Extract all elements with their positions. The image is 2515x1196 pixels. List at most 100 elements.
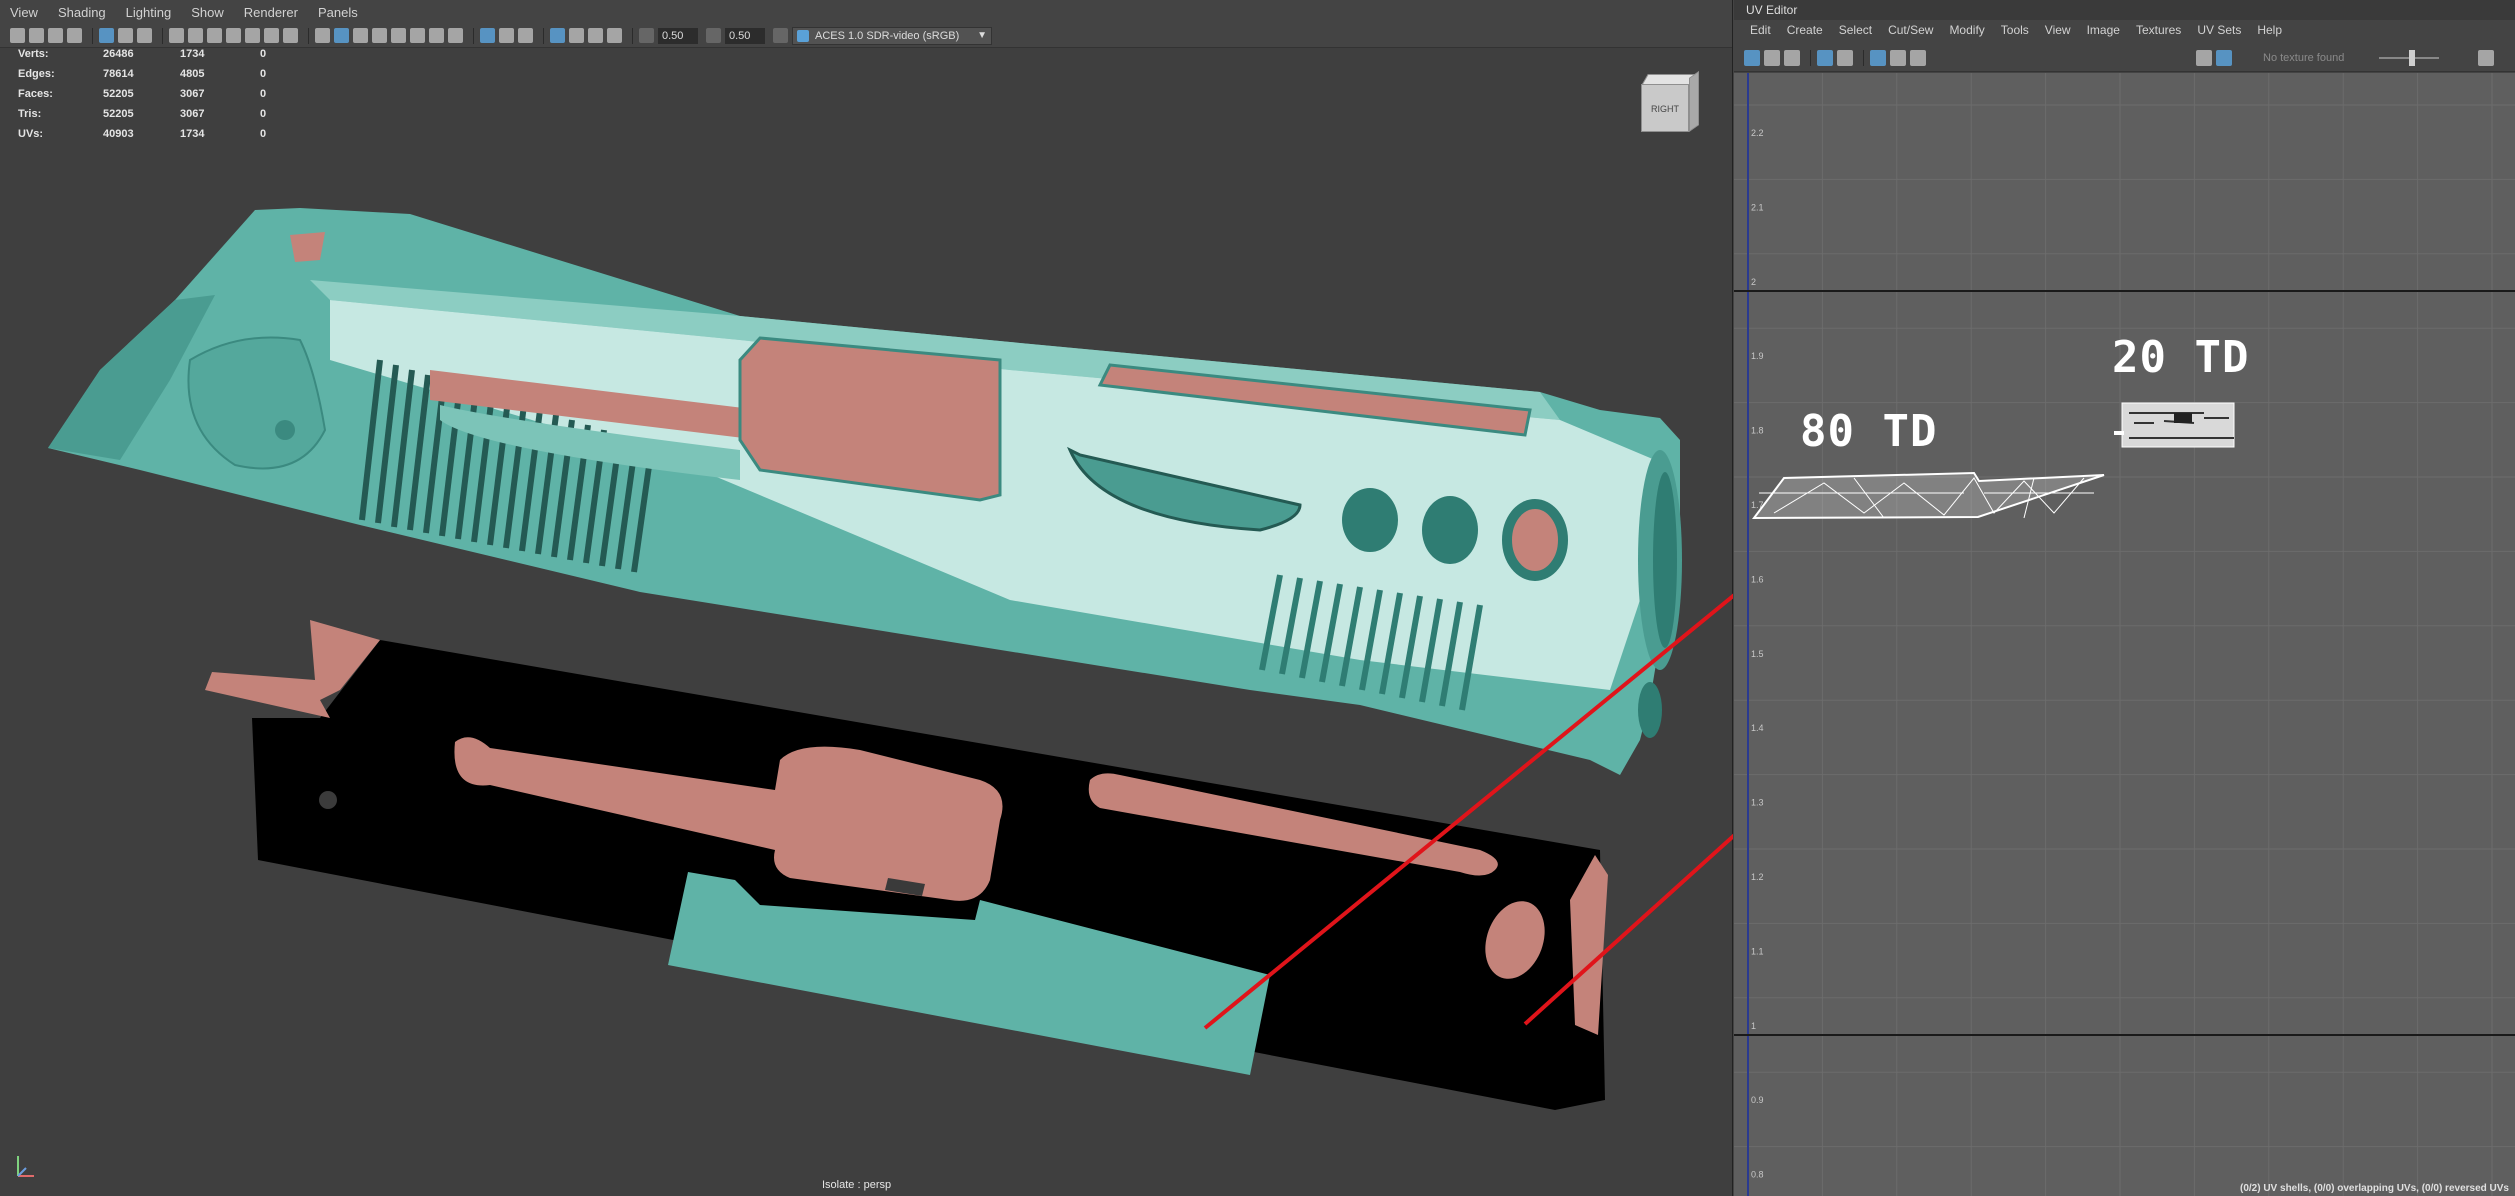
default-material-icon[interactable] [353,28,368,43]
uv-grid-icon[interactable] [1870,49,1886,66]
lightening-cut-2[interactable] [1422,496,1478,564]
uv-wireframe-icon[interactable] [1817,49,1833,66]
uv-editor-panel[interactable]: UV Editor Edit Create Select Cut/Sew Mod… [1734,0,2515,1196]
isolate-select-icon[interactable] [480,28,495,43]
gamma-icon[interactable] [706,28,721,43]
lightening-cut-1[interactable] [1342,488,1398,552]
multisample-icon[interactable] [588,28,603,43]
uv-tick-label: 1.5 [1751,649,1764,659]
rear-cutout-salmon[interactable] [290,232,325,262]
uv-tick-label: 1 [1751,1021,1756,1031]
guide-rod-hole[interactable] [1638,682,1662,738]
camera-label: Isolate : persp [822,1179,892,1191]
uv-grid-canvas[interactable]: 2.22.121.91.81.71.61.51.41.31.21.110.90.… [1734,73,2515,1196]
camera-attributes-icon[interactable] [29,28,44,43]
toolbar-separator [1810,49,1811,66]
pencil-icon[interactable] [137,28,152,43]
uv-shaded-icon[interactable] [1837,49,1853,66]
viewcube-side[interactable] [1689,70,1699,132]
uv-tick-label: 1.8 [1751,426,1764,436]
menu-show[interactable]: Show [191,5,224,20]
uv-menu-uv-sets[interactable]: UV Sets [2197,23,2241,37]
xray-active-icon[interactable] [518,28,533,43]
uv-menu-tools[interactable]: Tools [2001,23,2029,37]
bookmark-icon[interactable] [48,28,63,43]
safe-title-icon[interactable] [283,28,298,43]
menu-lighting[interactable]: Lighting [126,5,172,20]
field-chart-icon[interactable] [245,28,260,43]
muzzle-bore[interactable] [1653,472,1677,648]
uv-background [1734,73,2515,1196]
scene-3d[interactable] [0,48,1733,1196]
uv-tick-label: 1.1 [1751,946,1764,956]
uv-menu-modify[interactable]: Modify [1949,23,1984,37]
view-transform-dropdown[interactable]: ACES 1.0 SDR-video (sRGB) ▼ [792,26,992,45]
lights-icon[interactable] [410,28,425,43]
uv-menu-help[interactable]: Help [2257,23,2282,37]
uv-tick-label: 0.9 [1751,1095,1764,1105]
wireframe-icon[interactable] [315,28,330,43]
uv-menu-create[interactable]: Create [1787,23,1823,37]
grease-pencil-icon[interactable] [118,28,133,43]
uv-display-icon[interactable] [1744,49,1760,66]
exposure-icon[interactable] [639,28,654,43]
wireframe-on-shaded-icon[interactable] [372,28,387,43]
maya-window: View Shading Lighting Show Renderer Pane… [0,0,2515,1196]
depth-of-field-icon[interactable] [607,28,622,43]
view-transform-value: ACES 1.0 SDR-video (sRGB) [815,29,960,42]
uv-tick-label: 1.3 [1751,798,1764,808]
menu-renderer[interactable]: Renderer [244,5,298,20]
uv-distortion-icon[interactable] [1784,49,1800,66]
film-gate-icon[interactable] [188,28,203,43]
uv-shell-icon[interactable] [1764,49,1780,66]
exposure-slider-handle[interactable] [2409,50,2415,66]
uv-end-controls [2478,50,2498,66]
uv-menu-edit[interactable]: Edit [1750,23,1771,37]
menu-shading[interactable]: Shading [58,5,106,20]
textured-icon[interactable] [391,28,406,43]
toolbar-separator [473,27,474,44]
uv-menu-select[interactable]: Select [1839,23,1872,37]
uv-menu-image[interactable]: Image [2087,23,2120,37]
grid-icon[interactable] [169,28,184,43]
menu-panels[interactable]: Panels [318,5,358,20]
uv-snapshot-icon[interactable] [1910,49,1926,66]
lightening-cut-3[interactable] [1502,499,1568,581]
persp-viewport[interactable]: View Shading Lighting Show Renderer Pane… [0,0,1733,1196]
color-icon[interactable] [2478,50,2494,66]
smooth-shade-icon[interactable] [334,28,349,43]
uv-editor-menubar: Edit Create Select Cut/Sew Modify Tools … [1734,20,2515,40]
resolution-gate-icon[interactable] [207,28,222,43]
menu-view[interactable]: View [10,5,38,20]
image-icon[interactable] [2196,50,2212,66]
safe-action-icon[interactable] [264,28,279,43]
rear-pin-hole[interactable] [275,420,295,440]
shadows-icon[interactable] [429,28,444,43]
texel-density-label-20: 20 TD [2112,332,2250,383]
xray-joints-icon[interactable] [499,28,514,43]
checker-toggle-icon[interactable] [2216,50,2232,66]
toolbar-separator [162,27,163,44]
2d-pan-zoom-icon[interactable] [99,28,114,43]
image-plane-icon[interactable] [67,28,82,43]
xray-icon[interactable] [448,28,463,43]
uv-shell-20td[interactable] [2114,402,2235,448]
toolbar-separator [632,27,633,44]
color-management-icon[interactable] [773,28,788,43]
exposure-field[interactable]: 0.50 [658,27,698,44]
gate-mask-icon[interactable] [226,28,241,43]
motion-blur-icon[interactable] [569,28,584,43]
viewcube[interactable]: RIGHT [1637,70,1699,138]
uv-checker-icon[interactable] [1890,49,1906,66]
lower-rear-hole[interactable] [319,791,337,809]
uv-menu-view[interactable]: View [2045,23,2071,37]
gamma-field[interactable]: 0.50 [725,27,765,44]
uv-menu-cut-sew[interactable]: Cut/Sew [1888,23,1933,37]
camera-icon[interactable] [10,28,25,43]
uv-tick-label: 2 [1751,277,1756,287]
uv-tick-label: 1.6 [1751,574,1764,584]
viewcube-front[interactable]: RIGHT [1641,84,1689,132]
uv-menu-textures[interactable]: Textures [2136,23,2181,37]
toolbar-separator [92,27,93,44]
ssao-icon[interactable] [550,28,565,43]
